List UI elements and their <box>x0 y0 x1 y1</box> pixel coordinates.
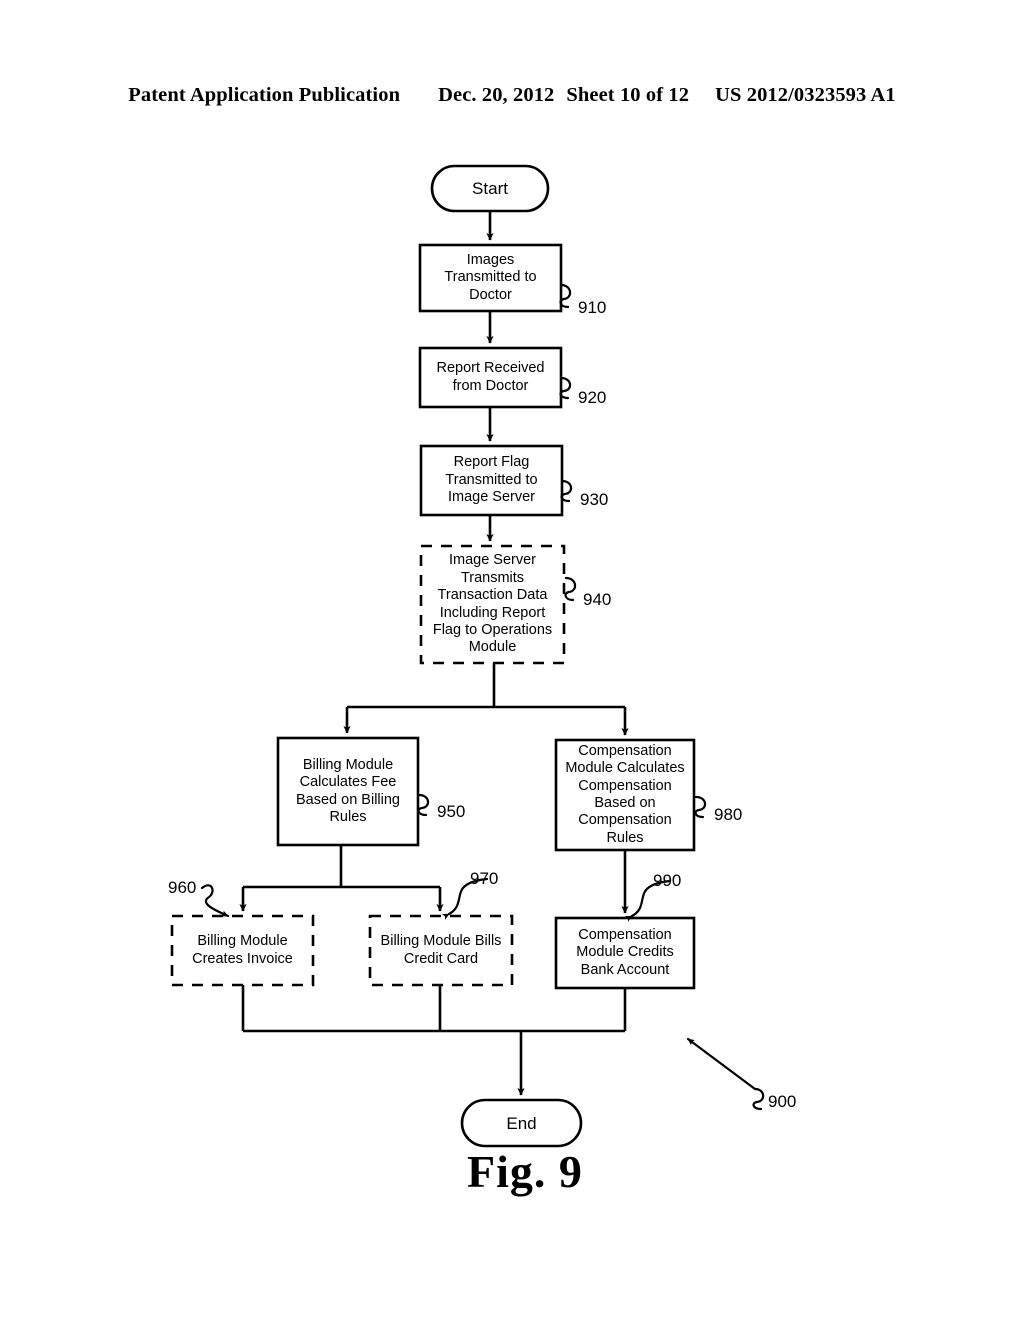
leader-900-squiggle <box>752 1087 765 1111</box>
step-930-shape <box>419 444 564 517</box>
ref-numeral-940: 940 <box>583 590 612 609</box>
step-960-shape <box>170 914 315 987</box>
step-970-shape <box>368 914 514 987</box>
leader-900-arrow <box>686 1037 757 1091</box>
start-terminal-shape <box>430 164 550 213</box>
end-terminal-shape <box>460 1098 583 1148</box>
ref-numeral-950: 950 <box>437 802 466 821</box>
ref-numeral-900: 900 <box>768 1092 797 1111</box>
leader-980 <box>694 795 707 819</box>
ref-numeral-920: 920 <box>578 388 607 407</box>
ref-numeral-960: 960 <box>168 878 197 897</box>
flowchart-vector-layer <box>170 164 765 1148</box>
ref-numeral-910: 910 <box>578 298 607 317</box>
step-990-shape <box>554 916 696 990</box>
step-980-shape <box>554 738 696 852</box>
figure-caption: Fig. 9 <box>467 1146 583 1197</box>
leader-960 <box>200 884 230 918</box>
flowchart-figure: Start Images Transmitted to Doctor Repor… <box>0 0 1024 1320</box>
step-950-shape <box>276 736 420 847</box>
ref-numeral-990: 990 <box>653 871 682 890</box>
ref-numeral-980: 980 <box>714 805 743 824</box>
step-910-shape <box>418 243 563 313</box>
leader-940 <box>564 576 577 602</box>
step-940-shape <box>419 544 566 665</box>
ref-numeral-930: 930 <box>580 490 609 509</box>
leader-950 <box>417 793 430 817</box>
ref-numeral-970: 970 <box>470 869 499 888</box>
step-920-shape <box>418 346 563 409</box>
